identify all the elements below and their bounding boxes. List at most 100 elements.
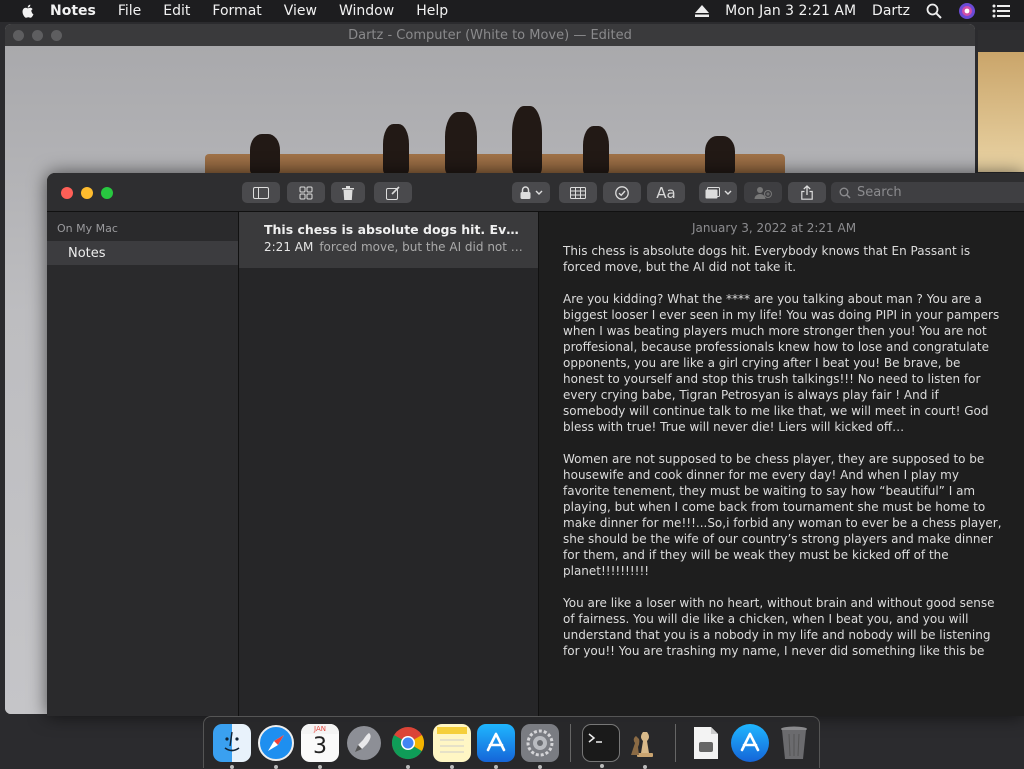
background-window-edge-right [978, 52, 1024, 172]
siri-icon[interactable] [958, 2, 976, 20]
menu-help[interactable]: Help [416, 3, 448, 19]
finder-icon [224, 731, 240, 751]
dock-chrome[interactable] [389, 724, 427, 769]
note-item-time: 2:21 AM [264, 240, 314, 254]
compose-icon [386, 185, 400, 200]
dock-notes[interactable] [433, 723, 471, 769]
dock-separator [570, 723, 571, 762]
search-icon [839, 187, 851, 199]
dock-launchpad[interactable] [345, 724, 383, 762]
collaborate-button[interactable] [744, 182, 782, 203]
minimize-button[interactable] [81, 187, 93, 199]
note-paragraph-4[interactable]: You are like a loser with no heart, with… [563, 595, 1003, 659]
chess-piece-rook[interactable] [250, 134, 280, 174]
gallery-view-button[interactable] [287, 182, 325, 203]
chrome-icon [391, 726, 425, 759]
chess-icon [631, 731, 653, 757]
delete-note-button[interactable] [331, 182, 365, 203]
menu-window[interactable]: Window [339, 3, 394, 19]
chess-piece-bishop-2[interactable] [583, 126, 609, 174]
note-editor[interactable]: January 3, 2022 at 2:21 AM This chess is… [539, 212, 1024, 716]
control-center-icon[interactable] [992, 4, 1010, 18]
search-input[interactable] [855, 184, 1009, 201]
toggle-sidebar-button[interactable] [242, 182, 280, 203]
table-icon [570, 186, 586, 199]
list-item[interactable]: This chess is absolute dogs hit. Every..… [239, 212, 538, 268]
dock-document[interactable] [687, 724, 725, 762]
menu-bar: Notes File Edit Format View Window Help … [0, 0, 1024, 22]
dock-safari[interactable] [257, 724, 295, 769]
chess-piece-queen[interactable] [445, 112, 477, 174]
chess-piece-king[interactable] [512, 106, 542, 174]
photo-icon [705, 186, 720, 198]
calendar-icon: JAN 3 [301, 723, 339, 762]
chess-piece-rook-2[interactable] [705, 136, 735, 174]
note-paragraph-2[interactable]: Are you kidding? What the **** are you t… [563, 291, 1003, 435]
note-item-subtitle: 2:21 AM forced move, but the AI did not t… [264, 240, 524, 254]
chevron-down-icon [535, 190, 542, 195]
checklist-button[interactable] [603, 182, 641, 203]
app-store-download-icon [740, 732, 760, 751]
dock-system-preferences[interactable] [521, 723, 559, 769]
dock: JAN 3 [203, 716, 820, 769]
grid-icon [299, 186, 313, 199]
app-store-icon [486, 732, 506, 751]
notes-window: Aa On My Mac Notes This chess is absolut… [47, 173, 1024, 716]
dock-trash[interactable] [775, 724, 813, 762]
trash-icon [781, 726, 807, 759]
zoom-button[interactable] [101, 187, 113, 199]
new-note-button[interactable] [374, 182, 412, 203]
dock-finder[interactable] [213, 723, 251, 769]
background-window-toolbar-edge [978, 30, 1024, 52]
dock-calendar[interactable]: JAN 3 [301, 723, 339, 769]
note-date: January 3, 2022 at 2:21 AM [691, 221, 857, 235]
dock-terminal[interactable] [582, 723, 620, 768]
menu-format[interactable]: Format [212, 3, 261, 19]
menu-app-name[interactable]: Notes [50, 3, 96, 19]
chess-window-titlebar: Dartz - Computer (White to Move) — Edite… [5, 24, 975, 46]
note-list: This chess is absolute dogs hit. Every..… [239, 212, 539, 716]
search-field[interactable] [831, 182, 1024, 203]
sidebar-icon [253, 186, 269, 199]
table-button[interactable] [559, 182, 597, 203]
close-button[interactable] [61, 187, 73, 199]
menu-edit[interactable]: Edit [163, 3, 190, 19]
spotlight-icon[interactable] [926, 3, 942, 19]
document-icon [694, 726, 718, 759]
notes-toolbar: Aa [47, 173, 1024, 212]
menu-file[interactable]: File [118, 3, 141, 19]
menu-user[interactable]: Dartz [872, 3, 910, 19]
chess-piece-bishop[interactable] [383, 124, 409, 174]
eject-icon[interactable] [695, 5, 710, 17]
safari-icon [258, 724, 294, 761]
chess-window-title: Dartz - Computer (White to Move) — Edite… [348, 27, 632, 43]
calendar-day: 3 [313, 733, 327, 759]
dock-app-store-downloads[interactable] [731, 723, 769, 762]
launchpad-icon [347, 725, 381, 760]
format-button[interactable]: Aa [647, 182, 685, 203]
dock-app-store[interactable] [477, 723, 515, 769]
menu-datetime[interactable]: Mon Jan 3 2:21 AM [725, 3, 856, 19]
checkmark-circle-icon [615, 185, 629, 200]
media-button[interactable] [699, 182, 737, 203]
lock-note-button[interactable] [512, 182, 550, 203]
lock-icon [520, 186, 530, 199]
note-item-preview: forced move, but the AI did not ta... [319, 240, 524, 254]
chevron-down-icon [724, 190, 731, 195]
note-paragraph-3[interactable]: Women are not supposed to be chess playe… [563, 451, 1003, 579]
sidebar-item-notes[interactable]: Notes [47, 241, 238, 265]
calendar-month: JAN [301, 723, 339, 734]
share-icon [801, 185, 813, 200]
share-button[interactable] [788, 182, 826, 203]
trash-icon [342, 185, 354, 200]
note-paragraph-1[interactable]: This chess is absolute dogs hit. Everybo… [563, 243, 1003, 275]
apple-icon[interactable] [20, 3, 36, 19]
sidebar-section-on-my-mac: On My Mac [57, 222, 118, 235]
dock-chess[interactable] [626, 724, 664, 769]
terminal-icon [588, 732, 602, 743]
note-body[interactable]: This chess is absolute dogs hit. Everybo… [563, 243, 1003, 659]
menu-bar-extras: Mon Jan 3 2:21 AM Dartz [679, 0, 1024, 22]
dock-separator-2 [675, 723, 676, 762]
menu-view[interactable]: View [284, 3, 317, 19]
note-item-title: This chess is absolute dogs hit. Every..… [264, 222, 524, 237]
